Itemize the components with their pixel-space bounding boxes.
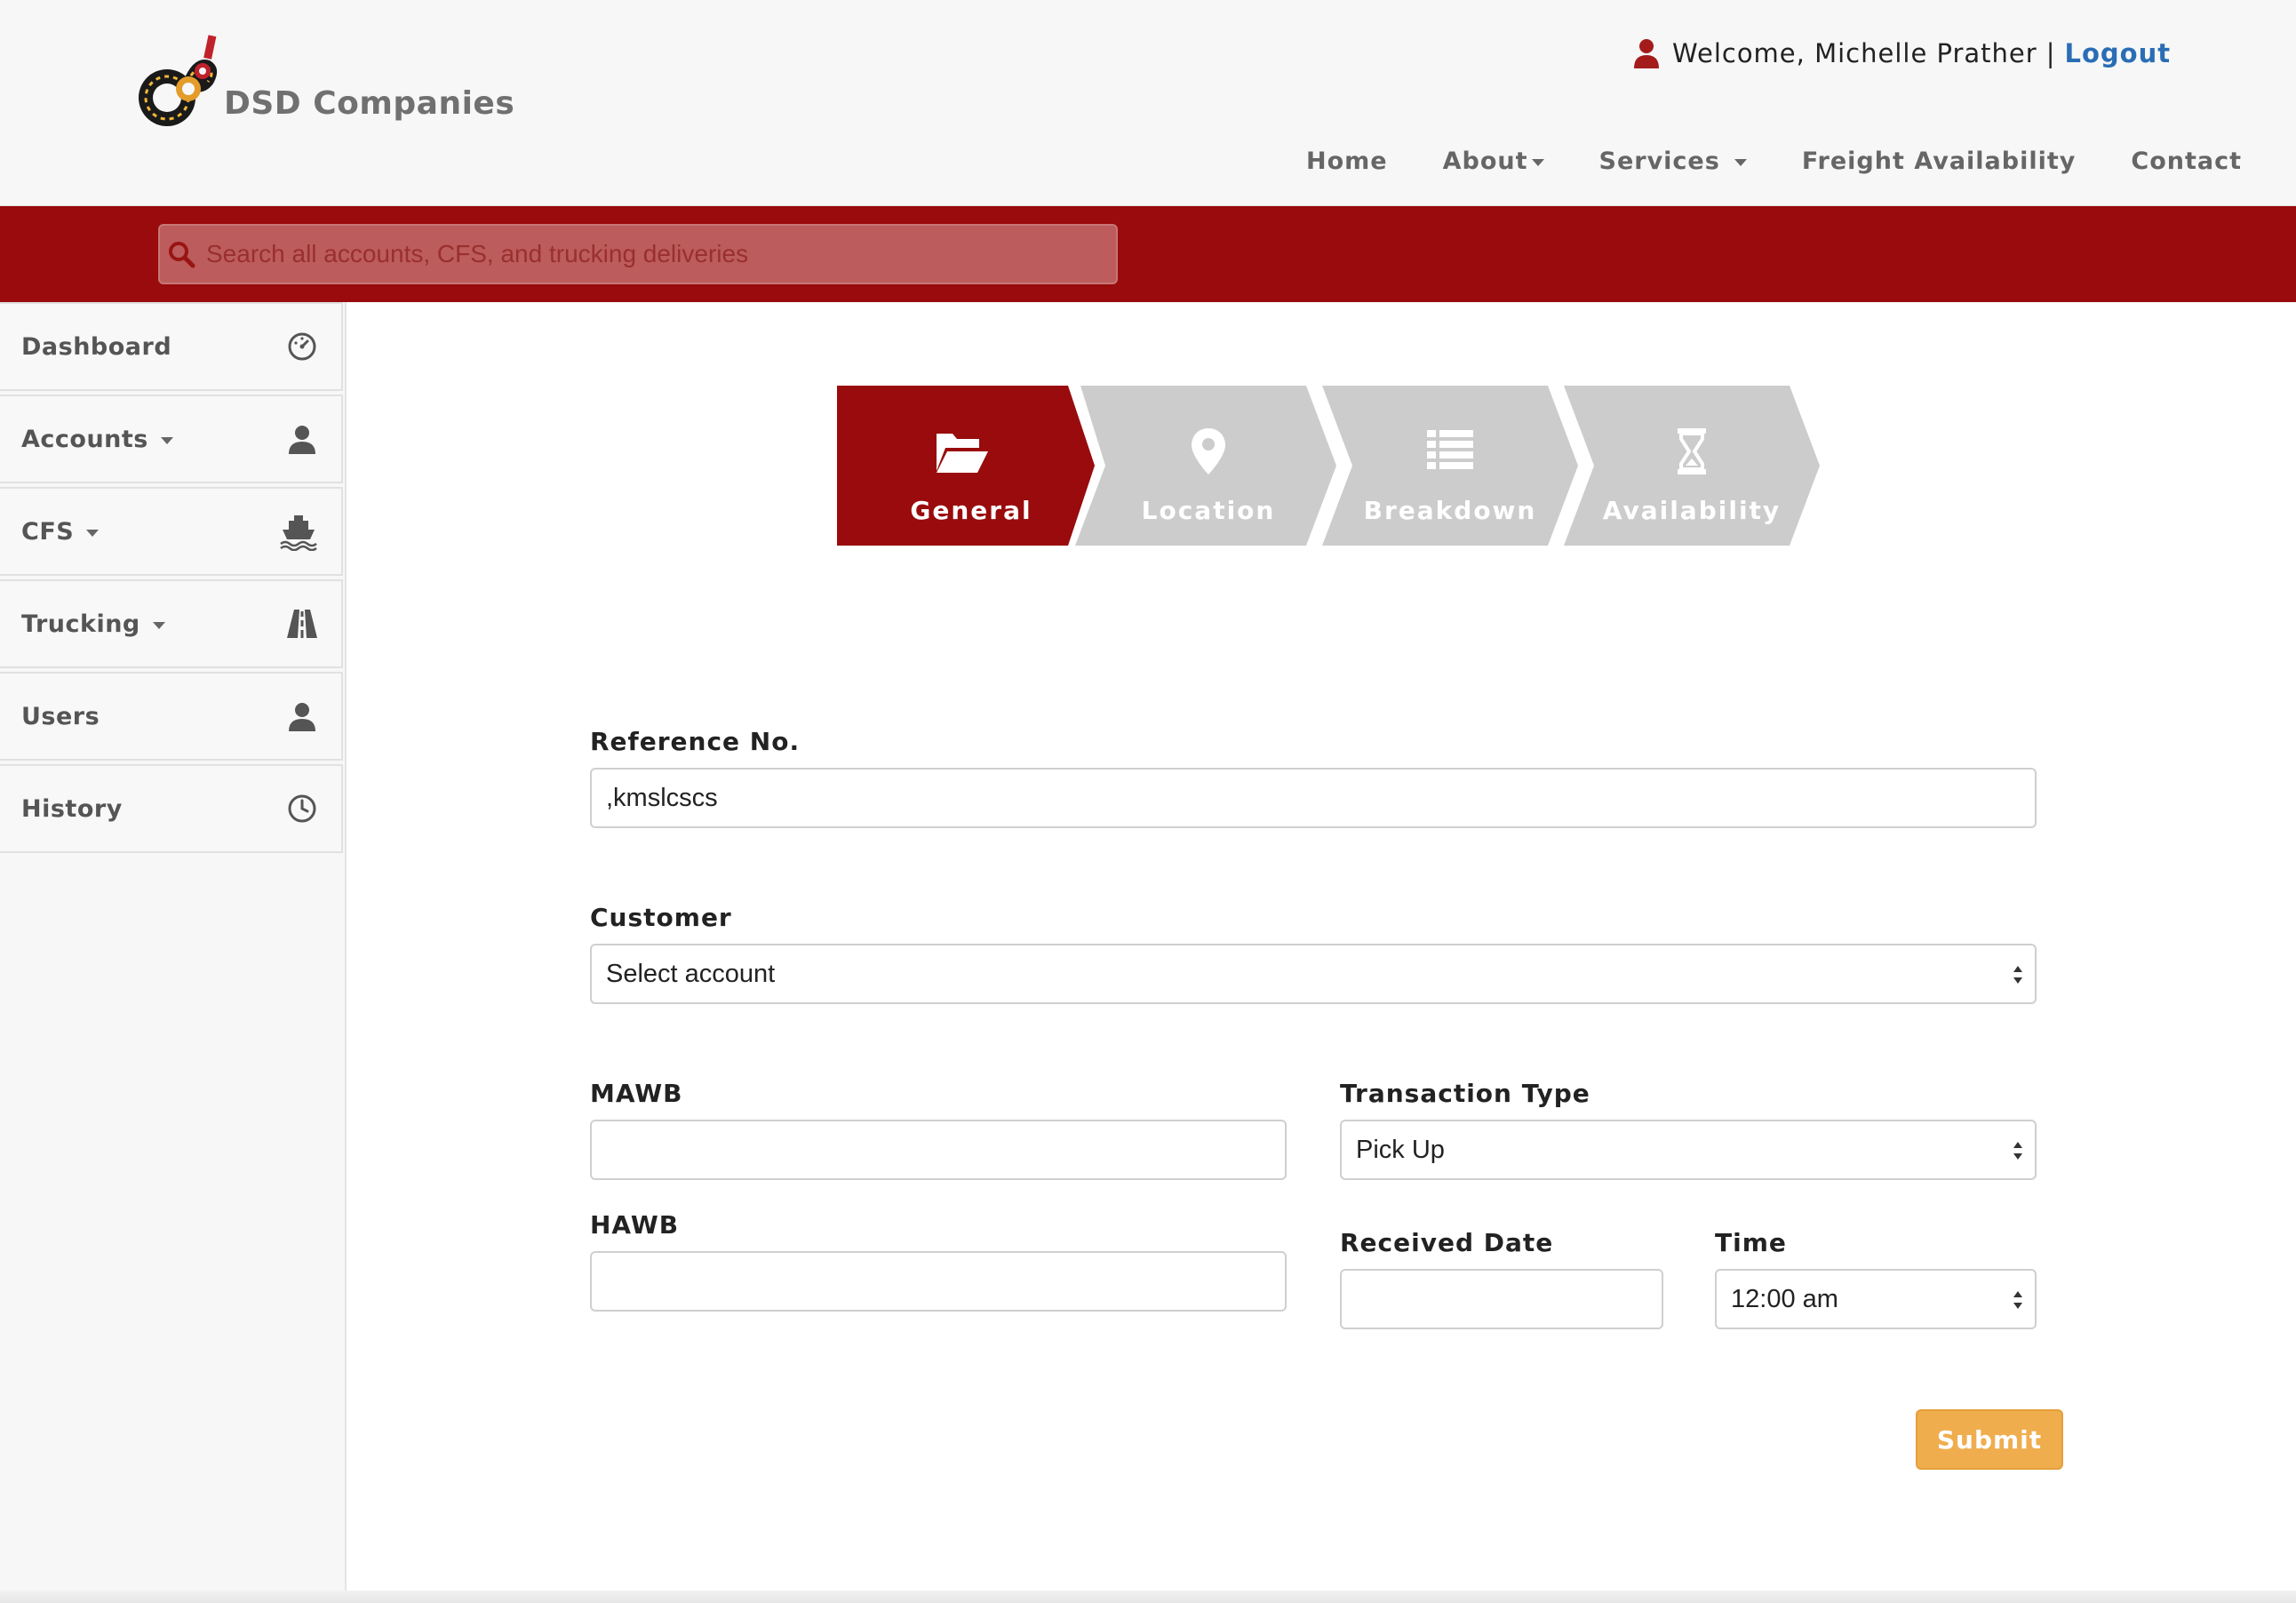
user-icon (1634, 39, 1659, 68)
select-arrows-icon (2013, 966, 2022, 984)
dsd-logo[interactable] (130, 28, 222, 132)
hawb-label: HAWB (590, 1210, 680, 1240)
sidebar-item-label: Accounts (21, 425, 148, 453)
received-date-label: Received Date (1340, 1228, 1554, 1257)
road-icon (287, 610, 317, 638)
hourglass-icon (1678, 428, 1706, 475)
nav-about[interactable]: About (1443, 148, 1544, 175)
sidebar-item-dashboard[interactable]: Dashboard (0, 302, 343, 391)
sidebar-item-accounts[interactable]: Accounts (0, 395, 343, 483)
separator: | (2045, 38, 2056, 68)
sidebar-item-label: CFS (21, 517, 75, 546)
clock-icon (288, 794, 316, 823)
mawb-input[interactable] (590, 1120, 1287, 1180)
select-arrows-icon (2013, 1291, 2022, 1309)
map-marker-icon (1192, 428, 1225, 475)
caret-down-icon (1531, 159, 1544, 166)
dashboard-icon (288, 332, 316, 361)
step-label: Availability (1602, 496, 1782, 525)
transaction-type-label: Transaction Type (1340, 1079, 1590, 1108)
user-icon (289, 426, 315, 454)
nav-freight-availability[interactable]: Freight Availability (1802, 148, 2077, 175)
received-date-input[interactable] (1340, 1269, 1663, 1329)
sidebar-item-label: Users (21, 702, 100, 730)
sidebar-item-label: Trucking (21, 610, 140, 638)
sidebar-item-label: History (21, 794, 123, 823)
customer-select[interactable]: Select account (590, 944, 2037, 1004)
nav-services-label: Services (1598, 147, 1720, 175)
step-label: Breakdown (1363, 496, 1537, 525)
main-nav: Home About Services Freight Availability… (1280, 142, 2242, 179)
mawb-label: MAWB (590, 1079, 683, 1108)
nav-about-label: About (1442, 147, 1528, 175)
time-select[interactable]: 12:00 am (1715, 1269, 2037, 1329)
nav-contact[interactable]: Contact (2131, 148, 2242, 175)
nav-services[interactable]: Services (1599, 148, 1747, 175)
wizard-steps: General Location Breakdown Availability (833, 386, 1820, 547)
list-icon (1427, 430, 1473, 469)
time-select-value: 12:00 am (1731, 1284, 1838, 1313)
transaction-type-value: Pick Up (1356, 1135, 1445, 1164)
customer-label: Customer (590, 903, 732, 932)
sidebar-item-history[interactable]: History (0, 764, 343, 853)
step-label: General (910, 496, 1032, 525)
nav-home[interactable]: Home (1306, 148, 1388, 175)
caret-down-icon (160, 437, 173, 444)
caret-down-icon (86, 530, 100, 537)
search-input[interactable] (206, 226, 1116, 283)
step-label: Location (1141, 496, 1276, 525)
nav-freight-availability-label: Freight Availability (1801, 147, 2077, 175)
hawb-input[interactable] (590, 1251, 1287, 1312)
nav-home-label: Home (1306, 147, 1388, 175)
customer-select-value: Select account (606, 959, 776, 988)
caret-down-icon (1734, 159, 1747, 166)
sidebar-item-label-wrap: Trucking (21, 610, 165, 638)
transaction-type-select[interactable]: Pick Up (1340, 1120, 2037, 1180)
sidebar-item-label: Dashboard (21, 332, 172, 361)
nav-contact-label: Contact (2131, 147, 2242, 175)
submit-button[interactable]: Submit (1916, 1409, 2063, 1470)
select-arrows-icon (2013, 1142, 2022, 1160)
search-bar-band (0, 206, 2296, 302)
sidebar-item-users[interactable]: Users (0, 672, 343, 761)
sidebar-item-cfs[interactable]: CFS (0, 487, 343, 576)
reference-input[interactable] (590, 768, 2037, 828)
welcome-text: Welcome, Michelle Prather (1672, 38, 2037, 68)
reference-label: Reference No. (590, 727, 801, 756)
search-icon (169, 242, 195, 268)
folder-open-icon (937, 434, 988, 473)
logout-link[interactable]: Logout (2064, 38, 2171, 68)
sidebar-item-label-wrap: Accounts (21, 426, 173, 453)
sidebar-item-label-wrap: CFS (21, 517, 100, 546)
site-header: DSD Companies Welcome, Michelle Prather … (0, 0, 2296, 206)
sidebar-item-trucking[interactable]: Trucking (0, 579, 343, 668)
brand-name: DSD Companies (224, 85, 515, 122)
time-label: Time (1715, 1228, 1787, 1257)
bottom-edge (0, 1591, 2296, 1603)
welcome-bar: Welcome, Michelle Prather | Logout (1633, 36, 2171, 71)
sidebar: Dashboard Accounts CFS Trucking Users Hi… (0, 302, 347, 1603)
user-icon (289, 703, 315, 731)
ship-icon (280, 515, 317, 551)
caret-down-icon (152, 622, 165, 629)
global-search (158, 224, 1118, 284)
